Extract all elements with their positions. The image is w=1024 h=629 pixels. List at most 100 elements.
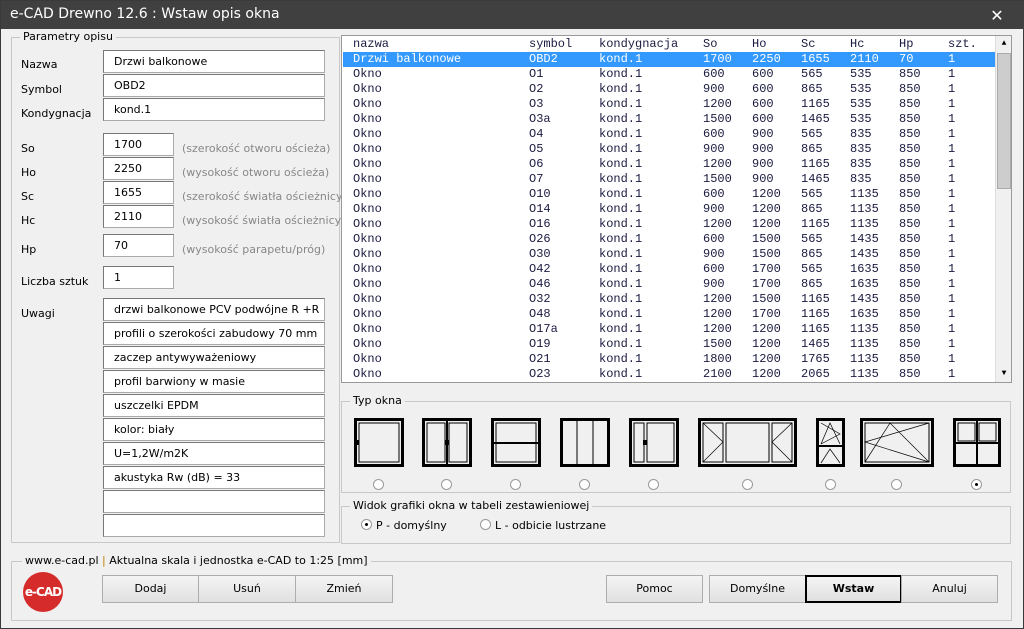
cancel-button[interactable]: Anuluj [901,575,998,603]
table-cell: 1500 [703,172,732,186]
table-cell: 865 [801,82,823,96]
window-type-radio[interactable] [441,479,452,490]
table-row[interactable]: Okno O26 kond.1 600 1500 565 1435 850 1 [343,232,995,247]
table-row[interactable]: Okno O7 kond.1 1500 900 1465 835 850 1 [343,172,995,187]
table-row[interactable]: Okno O3a kond.1 1500 600 1465 535 850 1 [343,112,995,127]
defaults-button[interactable]: Domyślne [709,575,806,603]
uwagi-line-input[interactable]: akustyka Rw (dB) = 33 [103,466,325,489]
column-header[interactable]: szt. [948,37,977,52]
table-cell: 1 [948,307,956,321]
uwagi-line-input[interactable]: uszczelki EPDM [103,394,325,417]
liczba-input[interactable]: 1 [103,266,174,289]
window-type-transom-icon[interactable] [491,418,541,467]
table-row[interactable]: Okno O5 kond.1 900 900 865 835 850 1 [343,142,995,157]
window-type-tilt-fixed-tilt-icon[interactable] [698,418,797,467]
uwagi-line-input[interactable]: U=1,2W/m2K [103,442,325,465]
window-type-radio[interactable] [741,479,753,490]
table-cell: 1 [948,187,956,201]
window-type-tilt-over-tilt-icon[interactable] [816,418,845,467]
scroll-thumb[interactable] [997,53,1011,189]
table-row[interactable]: Okno O21 kond.1 1800 1200 1765 1135 850 1 [343,352,995,367]
table-row[interactable]: Okno O46 kond.1 900 1700 865 1635 850 1 [343,277,995,292]
table-row[interactable]: Okno O10 kond.1 600 1200 565 1135 850 1 [343,187,995,202]
table-row[interactable]: Okno O3 kond.1 1200 600 1165 535 850 1 [343,97,995,112]
table-row[interactable]: Okno O19 kond.1 1500 1200 1465 1135 850 1 [343,337,995,352]
scroll-down-icon[interactable]: ▼ [996,366,1011,382]
uwagi-line-input[interactable]: drzwi balkonowe PCV podwójne R +R [103,298,325,321]
table-cell: 1800 [703,352,732,366]
window-type-double-sash-icon[interactable] [422,418,472,467]
uwagi-line-input[interactable]: profil barwiony w masie [103,370,325,393]
column-header[interactable]: So [703,37,717,52]
modify-button[interactable]: Zmień [295,575,393,603]
uwagi-line-input[interactable]: zaczep antywyważeniowy [103,346,325,369]
help-button[interactable]: Pomoc [606,575,703,603]
window-type-radio[interactable] [824,479,836,490]
window-type-radio[interactable] [891,479,902,490]
table-row[interactable]: Drzwi balkonowe OBD2 kond.1 1700 2250 1655 211… [343,52,995,67]
column-header[interactable]: symbol [529,37,572,52]
table-row[interactable]: Okno O14 kond.1 900 1200 865 1135 850 1 [343,202,995,217]
table-row[interactable]: Okno O6 kond.1 1200 900 1165 835 850 1 [343,157,995,172]
dim-input-0[interactable]: 1700 [103,133,174,156]
scroll-up-icon[interactable]: ▲ [996,36,1011,52]
column-header[interactable]: Hp [899,37,913,52]
window-type-radio[interactable] [373,479,384,490]
table-row[interactable]: Okno O42 kond.1 600 1700 565 1635 850 1 [343,262,995,277]
dim-input-1[interactable]: 2250 [103,157,174,180]
window-type-tilt-turn-large-icon[interactable] [860,418,934,467]
table-cell: Okno [353,127,382,141]
table-row[interactable]: Okno O16 kond.1 1200 1200 1165 1135 850 1 [343,217,995,232]
windows-list[interactable]: nazwa symbol kondygnacja So Ho Sc Hc Hp szt. Drz… [341,35,1012,383]
uwagi-line-input[interactable]: profili o szerokości zabudowy 70 mm [103,322,325,345]
column-header[interactable]: kondygnacja [599,37,678,52]
table-row[interactable]: Okno O17a kond.1 1200 1200 1165 1135 850 1 [343,322,995,337]
view-radio-l[interactable] [480,519,491,530]
window-type-radio[interactable] [971,479,982,490]
website-link[interactable]: www.e-cad.pl [25,554,99,567]
column-header[interactable]: Sc [801,37,815,52]
table-row[interactable]: Okno O1 kond.1 600 600 565 535 850 1 [343,67,995,82]
window-type-radio[interactable] [648,479,659,490]
symbol-input[interactable]: OBD2 [103,74,325,97]
close-button[interactable]: ✕ [981,6,1013,26]
view-radio-p[interactable] [361,519,372,530]
table-row[interactable]: Okno O4 kond.1 600 900 565 835 850 1 [343,127,995,142]
column-header[interactable]: Ho [752,37,766,52]
dim-input-2[interactable]: 1655 [103,181,174,204]
table-row[interactable]: Okno O23 kond.1 2100 1200 2065 1135 850 1 [343,367,995,382]
table-row[interactable]: Okno O48 kond.1 1200 1700 1165 1635 850 1 [343,307,995,322]
window-type-radio[interactable] [510,479,521,490]
column-header[interactable]: nazwa [353,37,389,52]
window-type-narrow-wide-sash-icon[interactable] [629,418,679,467]
dim-label-0: So [21,142,35,155]
table-cell: O3a [529,112,551,126]
table-cell: 850 [899,202,921,216]
view-option-p[interactable]: P - domyślny [376,519,447,532]
window-type-triple-panel-icon[interactable] [560,418,610,467]
table-cell: 850 [899,157,921,171]
table-cell: 865 [801,202,823,216]
window-type-four-panel-icon[interactable] [953,418,1001,467]
window-type-single-sash-icon[interactable] [354,418,404,467]
uwagi-line-input[interactable] [103,490,325,513]
column-header[interactable]: Hc [850,37,864,52]
view-option-l[interactable]: L - odbicie lustrzane [495,519,606,532]
kondygnacja-input[interactable]: kond.1 [103,98,325,121]
table-cell: O46 [529,277,551,291]
window-type-radio[interactable] [579,479,590,490]
scrollbar[interactable]: ▲ ▼ [995,36,1011,382]
table-cell: 1 [948,157,956,171]
table-row[interactable]: Okno O2 kond.1 900 600 865 535 850 1 [343,82,995,97]
hp-input[interactable]: 70 [103,234,174,257]
delete-button[interactable]: Usuń [198,575,296,603]
add-button[interactable]: Dodaj [102,575,199,603]
dim-input-3[interactable]: 2110 [103,205,174,228]
uwagi-line-input[interactable] [103,514,325,537]
table-row[interactable]: Okno O30 kond.1 900 1500 865 1435 850 1 [343,247,995,262]
table-row[interactable]: Okno O32 kond.1 1200 1500 1165 1435 850 1 [343,292,995,307]
nazwa-input[interactable]: Drzwi balkonowe [103,50,325,73]
uwagi-line-input[interactable]: kolor: biały [103,418,325,441]
table-cell: kond.1 [599,337,643,351]
insert-button[interactable]: Wstaw [805,575,902,603]
